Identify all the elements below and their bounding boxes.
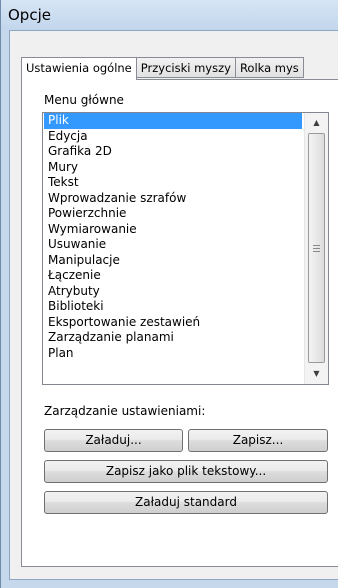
main-menu-scrollbar[interactable]: ▲ ▼ — [304, 113, 328, 384]
list-item-edycja[interactable]: Edycja — [44, 129, 302, 145]
save-as-text-file-button[interactable]: Zapisz jako plik tekstowy... — [44, 460, 328, 483]
tab-strip: Ustawienia ogólne Przyciski myszy Rolka … — [21, 57, 304, 80]
list-item-eksportowanie-zestawien[interactable]: Eksportowanie zestawień — [44, 315, 302, 331]
main-menu-listbox[interactable]: Plik Edycja Grafika 2D Mury Tekst Wprowa… — [42, 112, 329, 385]
tab-general-settings[interactable]: Ustawienia ogólne — [21, 57, 137, 80]
scroll-down-arrow-icon[interactable]: ▼ — [305, 365, 328, 383]
list-item-laczenie[interactable]: Łączenie — [44, 268, 302, 284]
scroll-up-arrow-icon[interactable]: ▲ — [305, 114, 328, 132]
scroll-grip-icon — [313, 245, 320, 246]
tab-mouse-wheel[interactable]: Rolka mys — [235, 57, 304, 78]
scroll-grip-icon — [313, 251, 320, 252]
title-bar[interactable]: Opcje — [1, 0, 338, 30]
main-menu-items: Plik Edycja Grafika 2D Mury Tekst Wprowa… — [44, 113, 302, 361]
scroll-grip-icon — [313, 248, 320, 249]
list-item-powierzchnie[interactable]: Powierzchnie — [44, 206, 302, 222]
scroll-thumb[interactable] — [308, 133, 325, 363]
list-item-manipulacje[interactable]: Manipulacje — [44, 253, 302, 269]
list-item-tekst[interactable]: Tekst — [44, 175, 302, 191]
load-button[interactable]: Załaduj... — [44, 429, 183, 452]
list-item-plik[interactable]: Plik — [44, 113, 302, 129]
list-item-wymiarowanie[interactable]: Wymiarowanie — [44, 222, 302, 238]
tab-mouse-buttons[interactable]: Przyciski myszy — [136, 57, 236, 78]
list-item-atrybuty[interactable]: Atrybuty — [44, 284, 302, 300]
list-item-plan[interactable]: Plan — [44, 346, 302, 362]
save-button[interactable]: Zapisz... — [188, 429, 328, 452]
load-default-button[interactable]: Załaduj standard — [44, 491, 328, 514]
list-item-usuwanie[interactable]: Usuwanie — [44, 237, 302, 253]
settings-management-label: Zarządzanie ustawieniami: — [44, 404, 206, 418]
options-dialog: Opcje Ustawienia ogólne Przyciski myszy … — [0, 0, 338, 588]
list-item-biblioteki[interactable]: Biblioteki — [44, 299, 302, 315]
list-item-zarzadzanie-planami[interactable]: Zarządzanie planami — [44, 330, 302, 346]
list-item-grafika-2d[interactable]: Grafika 2D — [44, 144, 302, 160]
list-item-mury[interactable]: Mury — [44, 160, 302, 176]
window-title: Opcje — [8, 6, 51, 24]
list-item-wprowadzanie-szrafow[interactable]: Wprowadzanie szrafów — [44, 191, 302, 207]
main-menu-label: Menu główne — [44, 93, 124, 107]
